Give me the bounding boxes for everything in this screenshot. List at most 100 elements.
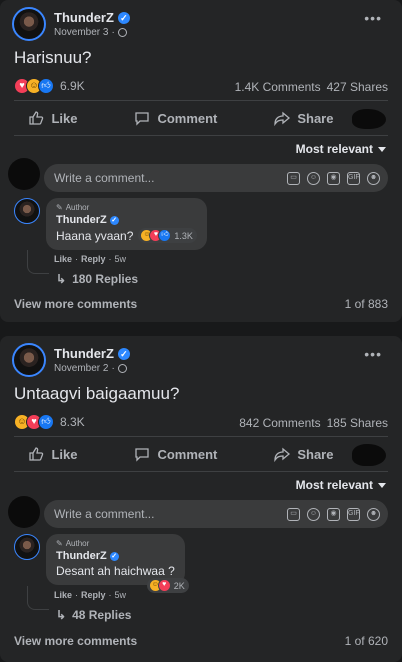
post-card: ThunderZ ✓ November 3 · ••• Harisnuu? ♥ … [0, 0, 402, 322]
emoji-icon[interactable]: ☺ [307, 171, 320, 185]
post-date[interactable]: November 2 [54, 363, 108, 374]
redaction-blot [352, 109, 386, 129]
author-badge: Author [65, 203, 90, 212]
pencil-icon: ✎ [56, 539, 63, 548]
view-replies-link[interactable]: ↳ 180 Replies [56, 272, 138, 286]
shares-count[interactable]: 185 Shares [327, 416, 388, 430]
globe-icon [117, 364, 127, 373]
share-icon [274, 447, 291, 462]
view-more-comments-link[interactable]: View more comments [14, 297, 137, 311]
post-card: ThunderZ ✓ November 2 · ••• Untaagvi bai… [0, 336, 402, 662]
verified-icon: ✓ [109, 551, 119, 561]
dropdown-arrow-icon [378, 482, 386, 488]
divider [14, 471, 388, 472]
like-button[interactable]: Like [28, 446, 77, 462]
comment-input[interactable]: Write a comment... ▭ ☺ ◉ GIF ☻ [44, 164, 388, 192]
comment-input[interactable]: Write a comment... ▭ ☺ ◉ GIF ☻ [44, 500, 388, 528]
reaction-summary[interactable]: ☺ ♥ 👍︎ 8.3K [14, 414, 85, 430]
pencil-icon: ✎ [56, 203, 63, 212]
divider [14, 436, 388, 437]
comment-like-link[interactable]: Like [54, 590, 72, 600]
avatar-sticker-icon[interactable]: ☻ [367, 507, 380, 521]
reaction-count: 8.3K [60, 415, 85, 429]
comment-pager: 1 of 620 [344, 634, 388, 648]
more-dots-icon[interactable]: ••• [364, 346, 382, 362]
camera-icon[interactable]: ◉ [327, 171, 340, 185]
author-name[interactable]: ThunderZ [54, 346, 114, 361]
sort-dropdown[interactable]: Most relevant [296, 142, 386, 156]
sort-dropdown[interactable]: Most relevant [296, 478, 386, 492]
top-comment: ✎ Author ThunderZ ✓ Haana yvaan? ☺ ♥ 👍︎ … [14, 198, 207, 250]
like-reaction-icon: 👍︎ [38, 78, 54, 94]
verified-icon: ✓ [117, 347, 130, 360]
view-more-comments-link[interactable]: View more comments [14, 634, 137, 648]
reaction-count: 6.9K [60, 79, 85, 93]
comment-reactions[interactable]: ☺ ♥ 👍︎ 1.3K [138, 228, 197, 243]
commenter-name[interactable]: ThunderZ [56, 550, 107, 562]
gif-icon[interactable]: GIF [347, 507, 360, 521]
share-icon [274, 111, 291, 126]
share-button[interactable]: Share [274, 110, 333, 126]
author-avatar[interactable] [12, 7, 46, 41]
reply-arrow-icon: ↳ [56, 608, 67, 622]
dropdown-arrow-icon [378, 146, 386, 152]
author-avatar[interactable] [12, 343, 46, 377]
divider [14, 100, 388, 101]
commenter-avatar[interactable] [14, 534, 40, 560]
comment-text: Haana yvaan? [56, 228, 134, 243]
action-bar: Like Comment Share [0, 439, 402, 469]
like-icon [29, 111, 44, 125]
action-bar: Like Comment Share [0, 103, 402, 133]
comment-pager: 1 of 883 [344, 297, 388, 311]
comment-reply-link[interactable]: Reply [81, 590, 106, 600]
comment-bubble: ✎ Author ThunderZ ✓ Desant ah haichwaa ?… [46, 534, 189, 593]
thread-line [27, 586, 49, 610]
post-header: ThunderZ ✓ November 2 · [12, 342, 130, 378]
comment-reactions[interactable]: ☺ ♥ 2K [146, 578, 189, 593]
comment-button[interactable]: Comment [134, 110, 217, 126]
post-caption: Harisnuu? [14, 48, 92, 67]
sticker-icon[interactable]: ▭ [287, 171, 300, 185]
verified-icon: ✓ [117, 11, 130, 24]
post-header: ThunderZ ✓ November 3 · [12, 6, 130, 42]
author-name[interactable]: ThunderZ [54, 10, 114, 25]
redacted-viewer-avatar [8, 496, 40, 528]
sticker-icon[interactable]: ▭ [287, 507, 300, 521]
comment-text: Desant ah haichwaa ? [56, 564, 175, 578]
reply-arrow-icon: ↳ [56, 272, 67, 286]
post-date[interactable]: November 3 [54, 27, 108, 38]
comment-age: 5w [114, 590, 127, 600]
gif-icon[interactable]: GIF [347, 171, 360, 185]
author-badge: Author [65, 539, 90, 548]
commenter-name[interactable]: ThunderZ [56, 214, 107, 226]
share-button[interactable]: Share [274, 446, 333, 462]
like-icon [29, 447, 44, 461]
emoji-icon[interactable]: ☺ [307, 507, 320, 521]
view-replies-link[interactable]: ↳ 48 Replies [56, 608, 131, 622]
avatar-sticker-icon[interactable]: ☻ [367, 171, 380, 185]
reaction-summary[interactable]: ♥ ☺ 👍︎ 6.9K [14, 78, 85, 94]
divider [14, 135, 388, 136]
globe-icon [117, 28, 127, 37]
like-button[interactable]: Like [28, 110, 77, 126]
commenter-avatar[interactable] [14, 198, 40, 224]
comments-count[interactable]: 1.4K Comments [235, 80, 321, 94]
comment-icon [135, 448, 150, 462]
like-reaction-icon: 👍︎ [158, 229, 172, 242]
comment-age: 5w [114, 254, 127, 264]
comment-like-link[interactable]: Like [54, 254, 72, 264]
comment-reply-link[interactable]: Reply [81, 254, 106, 264]
comment-icon [135, 112, 150, 126]
post-caption: Untaagvi baigaamuu? [14, 384, 180, 403]
heart-reaction-icon: ♥ [157, 579, 171, 592]
verified-icon: ✓ [109, 215, 119, 225]
like-reaction-icon: 👍︎ [38, 414, 54, 430]
comment-button[interactable]: Comment [134, 446, 217, 462]
comments-count[interactable]: 842 Comments [239, 416, 320, 430]
comment-bubble: ✎ Author ThunderZ ✓ Haana yvaan? ☺ ♥ 👍︎ … [46, 198, 207, 250]
shares-count[interactable]: 427 Shares [327, 80, 388, 94]
more-dots-icon[interactable]: ••• [364, 10, 382, 26]
thread-line [27, 250, 49, 274]
top-comment: ✎ Author ThunderZ ✓ Desant ah haichwaa ?… [14, 534, 189, 593]
camera-icon[interactable]: ◉ [327, 507, 340, 521]
